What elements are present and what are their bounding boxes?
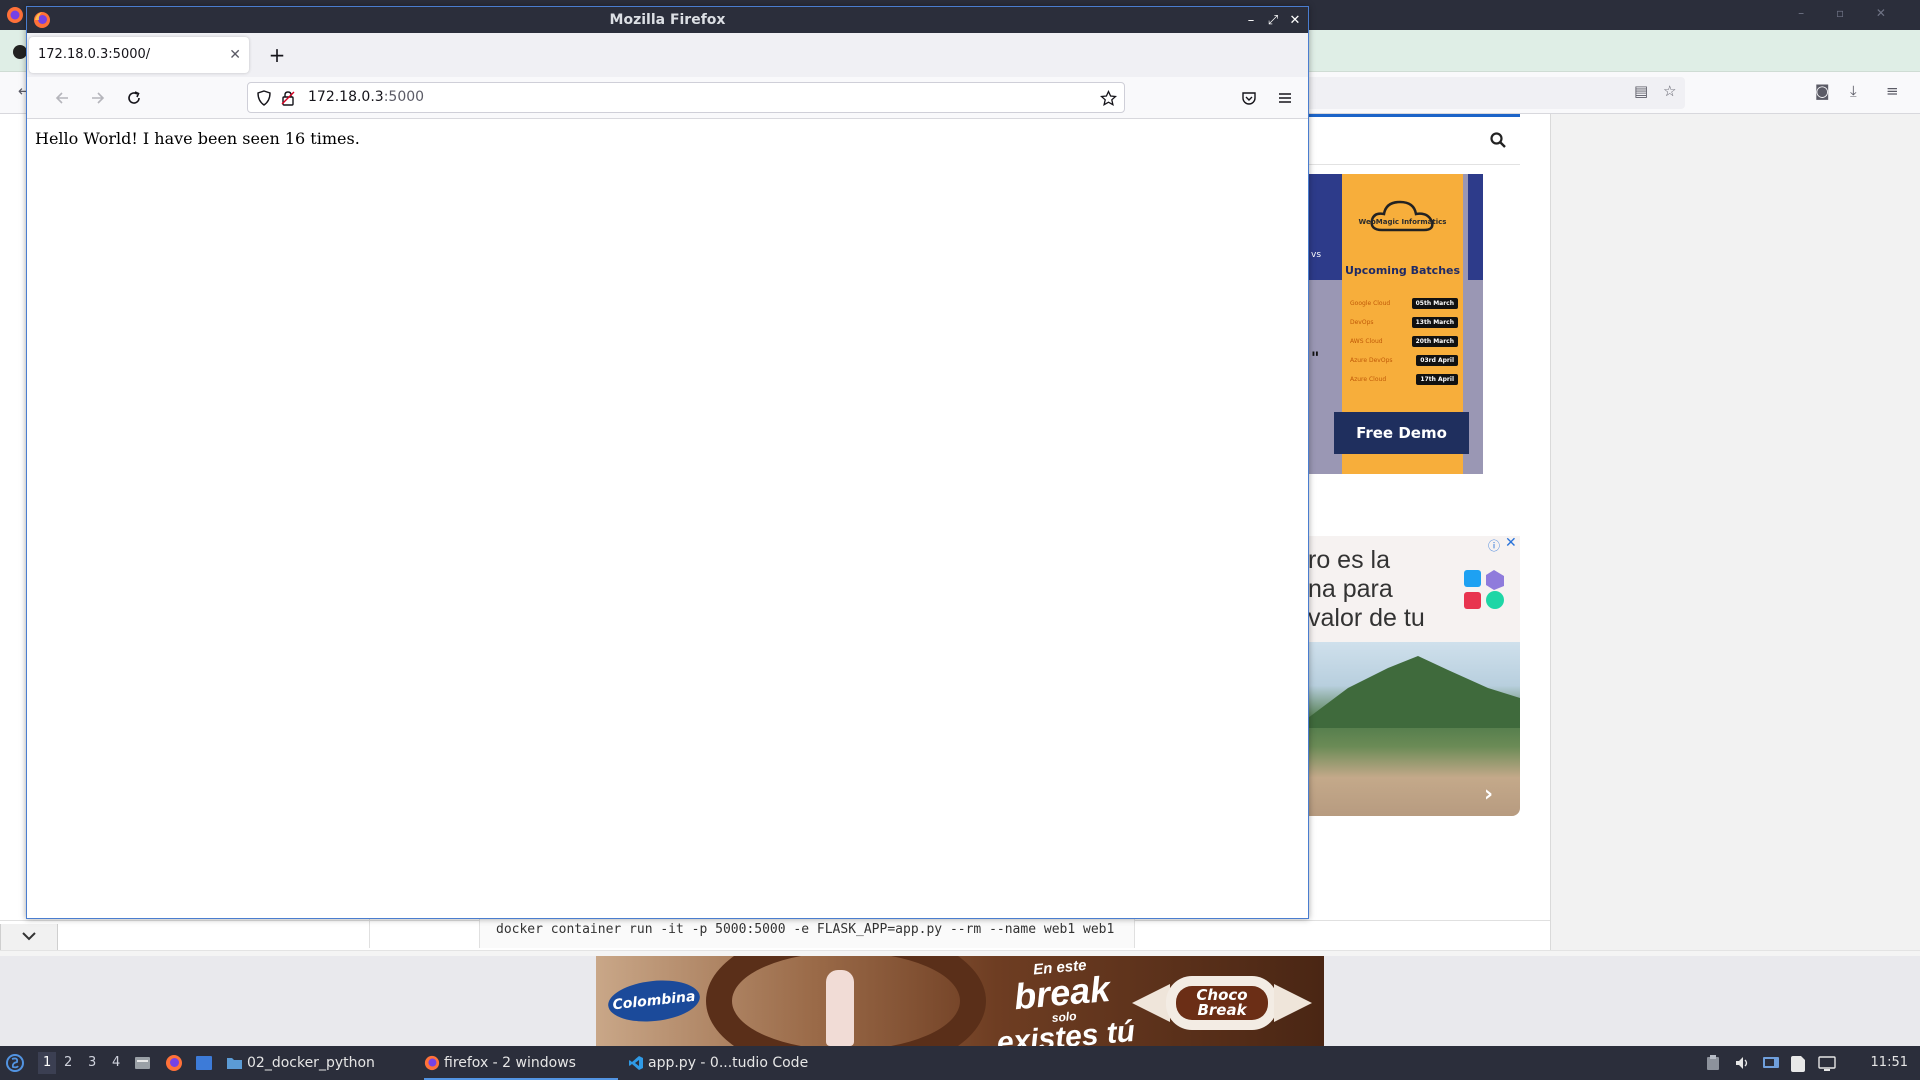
ad-mountain-shape	[1308, 656, 1520, 728]
task-label: firefox - 2 windows	[444, 1055, 576, 1071]
page-body-text: Hello World! I have been seen 16 times.	[35, 129, 360, 148]
pocket-icon[interactable]: ◙	[1815, 82, 1830, 100]
app-menu-button[interactable]	[1270, 83, 1300, 113]
file-manager-launcher-icon[interactable]	[134, 1055, 151, 1071]
window-title: Mozilla Firefox	[609, 12, 726, 28]
ad-spanish-text: ro es la na para valor de tu	[1308, 546, 1425, 632]
tab-close-icon[interactable]: ✕	[229, 37, 241, 73]
tab-active[interactable]: 172.18.0.3:5000/ ✕	[29, 37, 249, 73]
ad-batch-row: AWS Cloud 20th March	[1350, 332, 1458, 351]
ad-figure	[826, 970, 854, 1046]
collapse-panel-button[interactable]	[0, 924, 58, 952]
new-tab-button[interactable]: +	[262, 40, 292, 70]
bookmark-star-icon[interactable]: ☆	[1663, 82, 1676, 100]
reload-button[interactable]	[119, 83, 149, 113]
window-titlebar[interactable]: Mozilla Firefox – ⤢ ✕	[27, 7, 1308, 33]
minimize-icon[interactable]: –	[1244, 13, 1258, 28]
volume-icon[interactable]	[1734, 1055, 1750, 1071]
cloud-icon	[1370, 200, 1434, 232]
back-button[interactable]	[47, 83, 77, 113]
ad-logo-icon	[1464, 570, 1504, 609]
ad-spanish[interactable]: ro es la na para valor de tu ›	[1308, 536, 1520, 816]
ad-batch-row: Google Cloud 05th March	[1350, 294, 1458, 313]
ad-decor-band	[1308, 174, 1342, 280]
ad-slogan: En este break solo existes tú	[995, 956, 1137, 1046]
command-snippet: docker container run -it -p 5000:5000 -e…	[479, 918, 1135, 948]
task-label: 02_docker_python	[247, 1055, 375, 1071]
tab-bar: 172.18.0.3:5000/ ✕ +	[27, 33, 1308, 77]
url-bar[interactable]: 172.18.0.3:5000	[247, 82, 1125, 113]
task-firefox[interactable]: firefox - 2 windows	[424, 1046, 618, 1080]
display-tray-icon[interactable]	[1818, 1055, 1836, 1071]
workspace-1[interactable]: 1	[38, 1052, 57, 1074]
ad-batch-row: Azure DevOps 03rd April	[1350, 351, 1458, 370]
ad-brand-logo: Colombina	[606, 976, 702, 1026]
task-file-manager[interactable]: 02_docker_python	[226, 1046, 375, 1080]
ad-candy-label: Choco Break	[1176, 986, 1268, 1020]
workspace-2[interactable]: 2	[64, 1055, 72, 1070]
firefox-launcher-icon[interactable]	[165, 1054, 183, 1072]
ad-side-text: vs	[1311, 250, 1322, 260]
page-content: Hello World! I have been seen 16 times.	[27, 120, 1308, 918]
pocket-icon	[1242, 92, 1256, 105]
clipboard-tray-icon[interactable]	[1706, 1055, 1720, 1071]
vscode-icon	[629, 1056, 643, 1070]
ad-upcoming-batches[interactable]: vs " WebMagic Informatics Upcoming Batch…	[1308, 174, 1483, 474]
tab-title: 172.18.0.3:5000/	[38, 47, 151, 62]
ad-batch-row: Azure Cloud 17th April	[1350, 370, 1458, 389]
maximize-icon[interactable]: ⤢	[1266, 13, 1280, 28]
downloads-icon[interactable]: ⤓	[1850, 82, 1857, 100]
ad-quote-mark: "	[1311, 348, 1320, 367]
workspace-3[interactable]: 3	[88, 1055, 96, 1070]
window-controls: – ⤢ ✕	[1244, 7, 1302, 33]
chevron-right-icon[interactable]: ›	[1484, 782, 1493, 807]
network-tray-icon[interactable]	[1762, 1055, 1780, 1071]
hamburger-menu-icon	[1279, 93, 1291, 103]
bookmark-star-icon[interactable]	[1100, 90, 1117, 107]
ad-choco-break[interactable]: Colombina En este break solo existes tú …	[596, 956, 1324, 1046]
ad-batch-list: Google Cloud 05th March DevOps 13th March …	[1350, 294, 1458, 389]
pocket-button[interactable]	[1234, 83, 1264, 113]
start-menu-icon[interactable]	[6, 1054, 24, 1072]
adchoices-info-icon[interactable]: ⓘ	[1488, 537, 1500, 554]
workspace-4[interactable]: 4	[112, 1055, 120, 1070]
background-url-bar[interactable]	[1285, 77, 1685, 109]
menu-icon[interactable]: ≡	[1886, 82, 1899, 100]
background-page-margin	[1550, 114, 1920, 950]
firefox-logo-icon	[7, 7, 23, 23]
folder-icon	[227, 1058, 242, 1069]
ad-brand: WebMagic Informatics	[1358, 218, 1447, 226]
forward-button[interactable]	[83, 83, 113, 113]
forward-arrow-icon	[92, 92, 105, 104]
firefox-icon	[424, 1055, 440, 1071]
insecure-lock-icon[interactable]	[280, 90, 296, 106]
close-icon[interactable]: ✕	[1288, 13, 1302, 28]
navigation-toolbar: 172.18.0.3:5000	[27, 77, 1308, 119]
task-vscode[interactable]: app.py - 0...tudio Code	[628, 1046, 808, 1080]
ad-batch-row: DevOps 13th March	[1350, 313, 1458, 332]
ad-decor-band	[1468, 174, 1483, 280]
clock[interactable]: 11:51	[1871, 1046, 1908, 1080]
notes-tray-icon[interactable]	[1790, 1055, 1806, 1073]
firefox-window: Mozilla Firefox – ⤢ ✕ 172.18.0.3:5000/ ✕…	[26, 6, 1309, 919]
url-text: 172.18.0.3:5000	[308, 89, 425, 105]
tracking-shield-icon[interactable]	[256, 90, 272, 106]
back-arrow-icon	[55, 92, 68, 104]
code-gutter	[369, 918, 479, 948]
ad-close-icon[interactable]: ✕	[1505, 535, 1517, 551]
reader-view-icon[interactable]: ▤	[1634, 82, 1648, 100]
ad-heading: Upcoming Batches	[1344, 264, 1461, 277]
background-window-controls[interactable]: – ▫ ✕	[1798, 6, 1900, 20]
free-demo-button[interactable]: Free Demo	[1334, 412, 1469, 454]
taskbar: 1 2 3 4 02_docker_python firefox - 2 win…	[0, 1046, 1920, 1080]
ad-candy-image: Choco Break	[1132, 976, 1312, 1030]
reload-icon	[128, 91, 140, 104]
window-launcher-icon[interactable]	[195, 1055, 213, 1071]
search-icon[interactable]	[1489, 131, 1507, 149]
chevron-down-icon	[22, 932, 36, 941]
task-label: app.py - 0...tudio Code	[648, 1055, 809, 1071]
